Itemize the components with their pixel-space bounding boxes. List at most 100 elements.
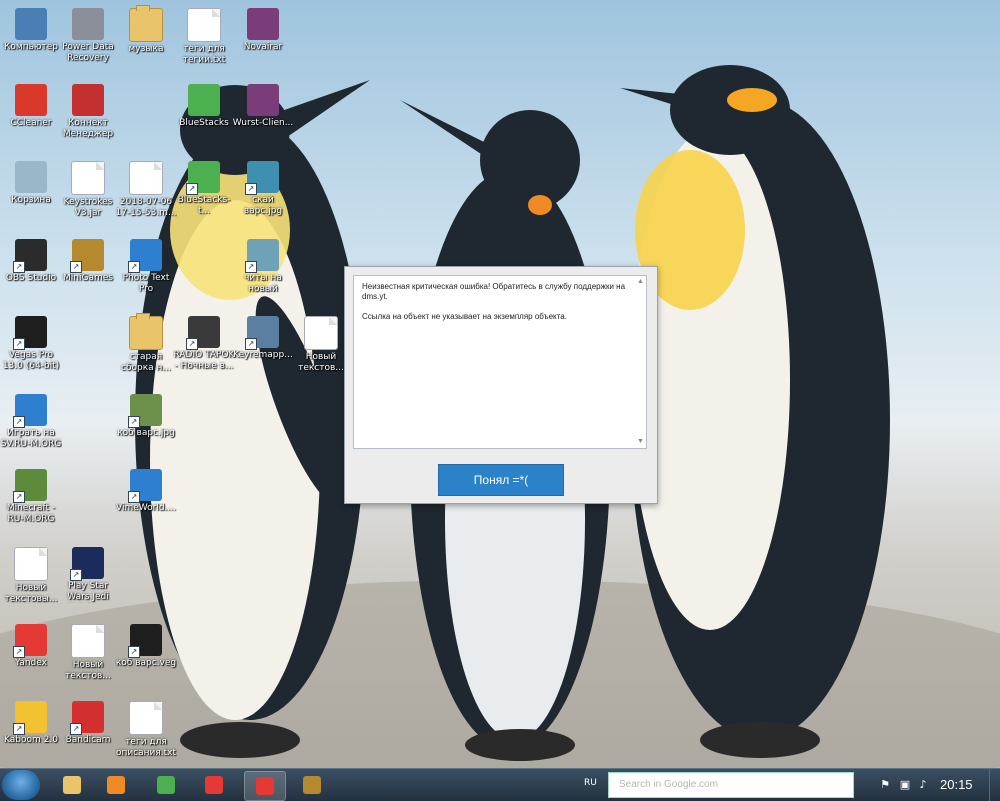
desktop-icon[interactable]: Power Data Recovery xyxy=(57,4,119,64)
desktop-icon[interactable]: Новый текстовы... xyxy=(0,543,62,605)
app-icon: ↗ xyxy=(186,161,220,195)
yandex-icon xyxy=(256,777,274,795)
tray-volume-icon[interactable]: ♪ xyxy=(916,778,930,792)
desktop-icon[interactable]: ↗ скай варс.jpg xyxy=(232,157,294,217)
document-icon xyxy=(71,624,105,658)
shortcut-arrow-icon: ↗ xyxy=(13,491,25,503)
desktop-icon-label: Play Star Wars Jedi Knight ... xyxy=(67,581,109,602)
desktop-icon-label: Новый текстовы... xyxy=(4,583,58,604)
desktop-icon[interactable]: ↗ Yandex xyxy=(0,620,62,669)
app-icon: ↗ xyxy=(13,624,47,658)
desktop-icon-label: Vegas Pro 13.0 (64-bit) xyxy=(2,350,60,371)
message-scrollbar[interactable]: ▲ ▼ xyxy=(636,277,645,447)
desktop-icon[interactable]: ↗ коб варс.jpg xyxy=(115,390,177,439)
desktop-icon-label: Keyremapp... xyxy=(233,350,293,360)
language-indicator[interactable]: RU xyxy=(584,778,597,788)
shortcut-arrow-icon: ↗ xyxy=(13,646,25,658)
desktop-icon[interactable]: ↗читы на новый варс.jpg xyxy=(232,235,294,295)
search-input[interactable]: Search in Google.com xyxy=(608,772,854,798)
scroll-down-arrow-icon[interactable]: ▼ xyxy=(636,437,645,447)
desktop-icon[interactable]: ↗ Minecraft - RU-M.ORG xyxy=(0,465,62,525)
desktop-icon-label: Bandicam xyxy=(65,735,111,745)
scroll-up-arrow-icon[interactable]: ▲ xyxy=(636,277,645,287)
desktop-icon[interactable]: ↗Play Star Wars Jedi Knight ... xyxy=(57,543,119,603)
desktop-icon[interactable]: Коннект Менеджер xyxy=(57,80,119,140)
desktop-icon-label: Yandex xyxy=(15,658,47,668)
desktop-icon-label: MiniGames xyxy=(63,273,113,283)
taskbar-clock[interactable]: 20:15 xyxy=(940,777,973,792)
desktop-icon-label: Keystrokes V3.jar xyxy=(63,197,113,218)
desktop-icon[interactable]: Новый текстов... xyxy=(57,620,119,682)
message-textbox[interactable]: Неизвестная критическая ошибка! Обратите… xyxy=(353,275,647,449)
file-explorer-icon xyxy=(63,776,81,794)
desktop-icon[interactable]: теги для тегии.txt xyxy=(173,4,235,66)
desktop-icon-label: читы на новый варс.jpg xyxy=(244,273,282,294)
taskbar-file-explorer-button[interactable] xyxy=(52,771,92,799)
app-icon: ↗ xyxy=(13,394,47,428)
desktop-icon[interactable]: ↗ Bandicam xyxy=(57,697,119,746)
app-icon: ↗ xyxy=(70,547,104,581)
shortcut-arrow-icon: ↗ xyxy=(128,491,140,503)
desktop-icon[interactable]: ↗ Keyremapp... xyxy=(232,312,294,361)
desktop-icon[interactable]: Компьютер xyxy=(0,4,62,53)
app-icon xyxy=(247,8,279,40)
desktop-icon-label: теги для тегии.txt xyxy=(182,44,226,65)
desktop-icon[interactable]: ↗ Kaboom 2.0 xyxy=(0,697,62,746)
shortcut-arrow-icon: ↗ xyxy=(13,416,25,428)
desktop-icon[interactable]: музыка xyxy=(115,4,177,55)
desktop-icon-label: BlueStacks-t... xyxy=(177,195,231,216)
desktop-icon-label: музыка xyxy=(128,44,164,54)
taskbar-minigames-button[interactable] xyxy=(292,771,332,799)
shortcut-arrow-icon: ↗ xyxy=(128,416,140,428)
desktop-icon[interactable]: 2018-07-06 17-15-53.m... xyxy=(115,157,177,219)
desktop-icon[interactable]: ↗ коб варс.veg xyxy=(115,620,177,669)
shortcut-arrow-icon: ↗ xyxy=(186,183,198,195)
desktop-icon[interactable]: Keystrokes V3.jar xyxy=(57,157,119,219)
desktop-icon[interactable]: BlueStacks xyxy=(173,80,235,129)
shortcut-arrow-icon: ↗ xyxy=(13,723,25,735)
error-message-text: Неизвестная критическая ошибка! Обратите… xyxy=(362,282,626,301)
desktop-icon[interactable]: Novairar xyxy=(232,4,294,53)
tray-network-icon[interactable]: ▣ xyxy=(898,778,912,792)
tray-flag-icon[interactable]: ⚑ xyxy=(878,778,892,792)
app-icon: ↗ xyxy=(13,469,47,503)
desktop-icon[interactable]: Корзина xyxy=(0,157,62,206)
ok-button[interactable]: Понял =*( xyxy=(438,464,564,496)
utorrent-icon xyxy=(157,776,175,794)
show-desktop-button[interactable] xyxy=(989,769,1000,801)
desktop-icon[interactable]: ↗ RADIO TAPOK - Ночные в... xyxy=(173,312,235,372)
desktop-icon[interactable]: Wurst-Clien... xyxy=(232,80,294,129)
desktop-icon-label: Kaboom 2.0 xyxy=(4,735,58,745)
desktop-icon-label: коб варс.jpg xyxy=(117,428,175,438)
desktop-icon-label: Novairar xyxy=(243,42,283,52)
document-icon xyxy=(129,701,163,735)
taskbar-yandex-browser-button[interactable] xyxy=(194,771,234,799)
taskbar-media-player-button[interactable] xyxy=(96,771,136,799)
desktop-icon[interactable]: ↗ Photo Text Pro xyxy=(115,235,177,295)
desktop-icon-label: коб варс.veg xyxy=(115,658,177,668)
app-icon xyxy=(188,84,220,116)
app-icon: ↗ xyxy=(128,624,162,658)
shortcut-arrow-icon: ↗ xyxy=(13,261,25,273)
taskbar-yandex-button[interactable] xyxy=(244,771,286,801)
taskbar-utorrent-button[interactable] xyxy=(146,771,186,799)
app-icon xyxy=(247,84,279,116)
desktop-icon-label: Корзина xyxy=(11,195,51,205)
desktop-icon[interactable]: старая сборка н... xyxy=(115,312,177,374)
desktop-icon[interactable]: ↗ Vegas Pro 13.0 (64-bit) xyxy=(0,312,62,372)
desktop-icon[interactable]: ↗ OBS Studio xyxy=(0,235,62,284)
shortcut-arrow-icon: ↗ xyxy=(70,261,82,273)
desktop-icon[interactable]: CCleaner xyxy=(0,80,62,129)
desktop-icon[interactable]: ↗ MiniGames xyxy=(57,235,119,284)
app-icon: ↗ xyxy=(13,701,47,735)
start-button-windows-icon[interactable] xyxy=(2,770,40,800)
desktop-icon-label: теги для описания.txt xyxy=(115,737,177,758)
desktop-icon[interactable]: ↗ BlueStacks-t... xyxy=(173,157,235,217)
document-icon xyxy=(304,316,338,350)
app-icon: ↗ xyxy=(128,469,162,503)
desktop-icon[interactable]: теги для описания.txt xyxy=(115,697,177,759)
desktop-icon[interactable]: ↗ Играть на SV.RU-M.ORG xyxy=(0,390,62,450)
desktop-icon[interactable]: Новый текстов... xyxy=(290,312,352,374)
app-icon: ↗ xyxy=(70,239,104,273)
desktop-icon[interactable]: ↗ VimeWorld.... xyxy=(115,465,177,514)
